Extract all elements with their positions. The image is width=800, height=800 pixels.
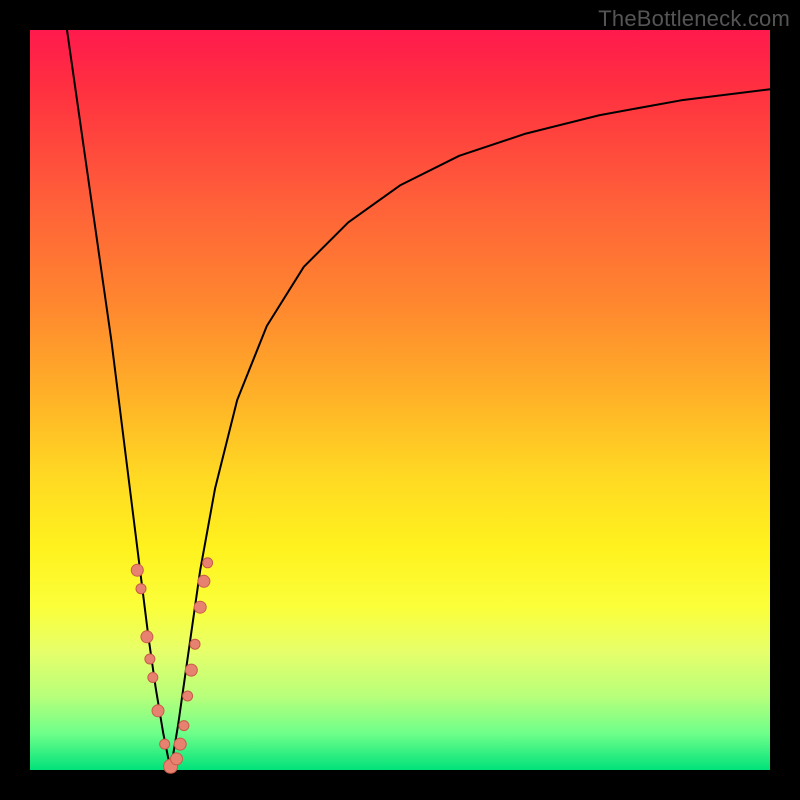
scatter-dot [194,601,206,613]
watermark-text: TheBottleneck.com [598,6,790,32]
scatter-dot [148,673,158,683]
scatter-dot [183,691,193,701]
plot-area [30,30,770,770]
chart-svg [30,30,770,770]
scatter-dot [160,739,170,749]
curve-lines [67,30,770,770]
scatter-dot [174,738,186,750]
scatter-dot [203,558,213,568]
chart-frame: TheBottleneck.com [0,0,800,800]
scatter-dot [152,705,164,717]
scatter-dot [185,664,197,676]
scatter-dot [136,584,146,594]
scatter-dot [145,654,155,664]
scatter-dot [190,639,200,649]
scatter-dot [171,753,183,765]
scatter-dot [141,631,153,643]
scatter-dot [131,564,143,576]
scatter-dot [198,575,210,587]
scatter-dot [179,721,189,731]
scatter-dots [131,558,212,774]
series-right-branch [171,89,770,770]
